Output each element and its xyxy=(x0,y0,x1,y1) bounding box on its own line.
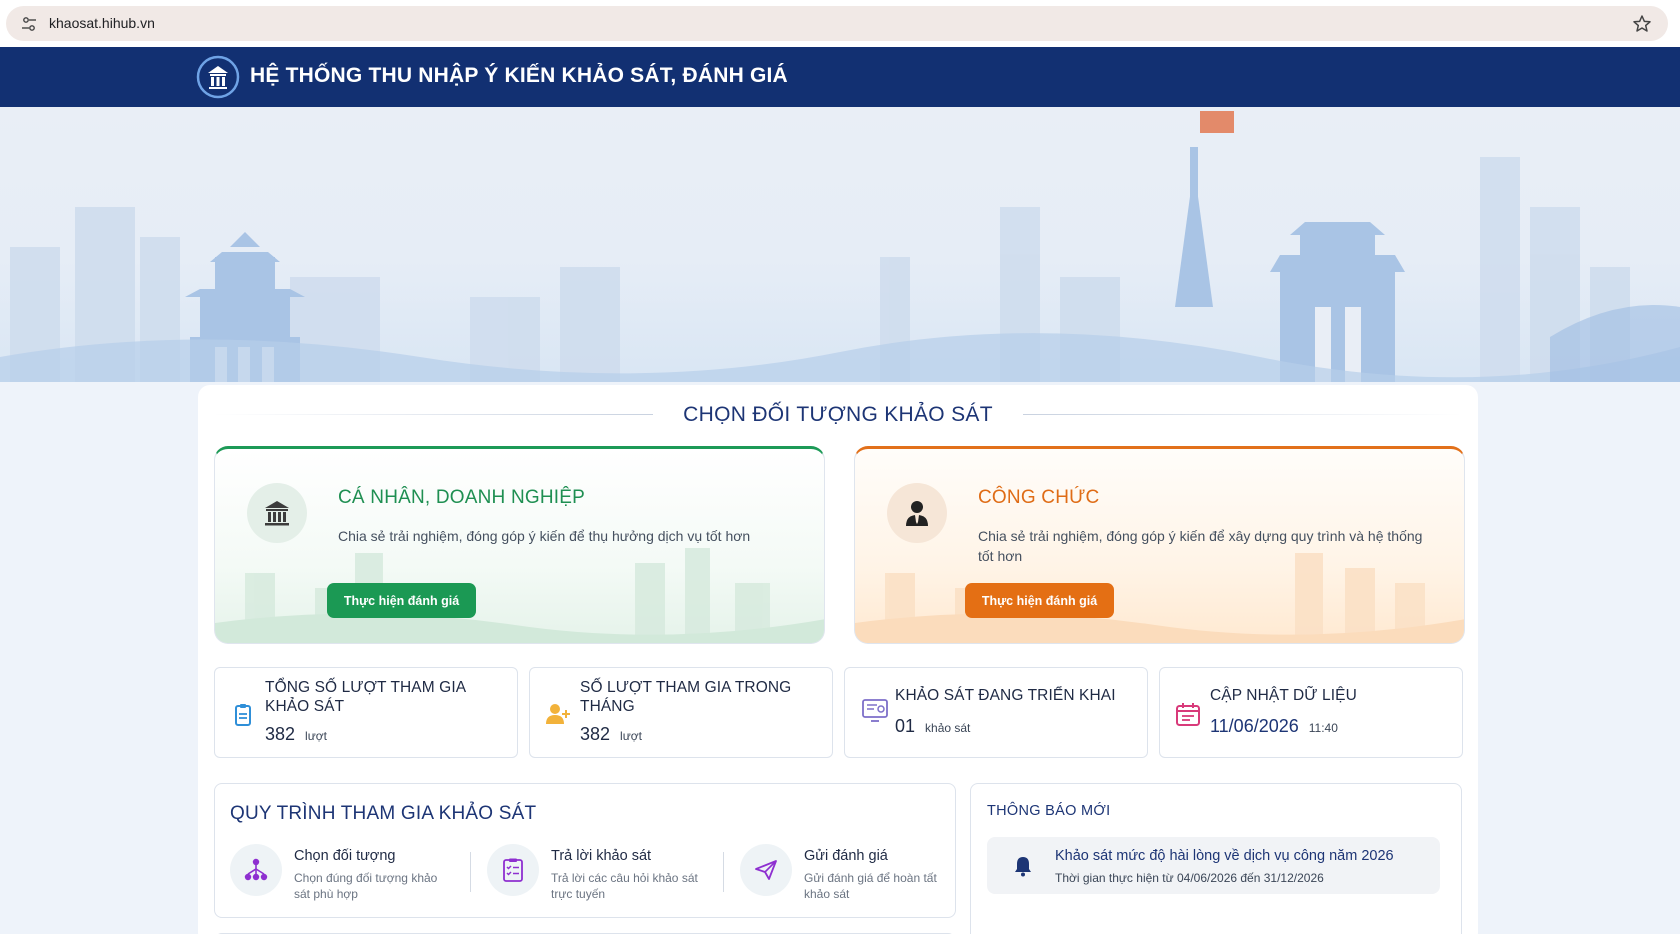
url-text[interactable]: khaosat.hihub.vn xyxy=(49,15,155,31)
step-description: Gửi đánh giá để hoàn tất khảo sát xyxy=(804,871,937,901)
bell-icon xyxy=(1015,857,1031,877)
stat-unit: lượt xyxy=(305,729,327,743)
user-tie-icon-wrap xyxy=(887,483,947,543)
step-divider xyxy=(723,852,724,892)
main-panel: CHỌN ĐỐI TƯỢNG KHẢO SÁT CÁ NHÂN, DOANH N… xyxy=(198,385,1478,934)
notice-item-title[interactable]: Khảo sát mức độ hài lòng về dịch vụ công… xyxy=(1055,848,1394,864)
card-title: CÔNG CHỨC xyxy=(978,487,1100,508)
stat-title: TỔNG SỐ LƯỢT THAM GIA KHẢO SÁT xyxy=(265,679,466,715)
stat-unit: 11:40 xyxy=(1308,721,1338,735)
stat-title: CẬP NHẬT DỮ LIỆU xyxy=(1210,687,1357,704)
site-settings-icon[interactable] xyxy=(21,16,37,32)
target-card-individual-business[interactable]: CÁ NHÂN, DOANH NGHIỆP Chia sẻ trải nghiệ… xyxy=(214,446,825,644)
send-icon xyxy=(755,860,777,880)
stat-card-active-surveys: KHẢO SÁT ĐANG TRIỂN KHAI 01 khảo sát xyxy=(844,667,1148,758)
stat-card-monthly: SỐ LƯỢT THAM GIA TRONG THÁNG 382 lượt xyxy=(529,667,833,758)
stat-card-total: TỔNG SỐ LƯỢT THAM GIA KHẢO SÁT 382 lượt xyxy=(214,667,518,758)
app-header: HỆ THỐNG THU NHẬP Ý KIẾN KHẢO SÁT, ĐÁNH … xyxy=(0,47,1680,107)
stat-number: 382 xyxy=(580,724,611,744)
stat-number: 01 xyxy=(895,716,916,736)
process-step-3: Gửi đánh giá Gửi đánh giá để hoàn tất kh… xyxy=(740,844,950,904)
step-divider xyxy=(470,852,471,892)
stat-number: 11/06/2026 xyxy=(1210,716,1299,736)
notice-item-subtitle: Thời gian thực hiện từ 04/06/2026 đến 31… xyxy=(1055,871,1324,885)
city-skyline-illustration xyxy=(0,111,1680,382)
bookmark-star-icon[interactable] xyxy=(1632,14,1652,34)
user-plus-icon xyxy=(546,704,570,724)
step-title: Trả lời khảo sát xyxy=(551,848,652,864)
app-title: HỆ THỐNG THU NHẬP Ý KIẾN KHẢO SÁT, ĐÁNH … xyxy=(250,64,788,87)
stat-unit: khảo sát xyxy=(925,721,971,735)
calendar-icon xyxy=(1176,703,1200,726)
stat-card-data-update: CẬP NHẬT DỮ LIỆU 11/06/2026 11:40 xyxy=(1159,667,1463,758)
card-title: CÁ NHÂN, DOANH NGHIỆP xyxy=(338,487,586,508)
evaluate-button-civil-servant[interactable]: Thực hiện đánh giá xyxy=(965,583,1114,618)
network-icon xyxy=(244,858,268,881)
evaluate-button-individual[interactable]: Thực hiện đánh giá xyxy=(327,583,476,618)
stat-title: KHẢO SÁT ĐANG TRIỂN KHAI xyxy=(895,687,1116,704)
checklist-icon-wrap xyxy=(487,844,539,896)
process-step-1: Chọn đối tượng Chọn đúng đối tượng khảo … xyxy=(230,844,460,904)
stat-title: SỐ LƯỢT THAM GIA TRONG THÁNG xyxy=(580,679,792,715)
stat-number: 382 xyxy=(265,724,296,744)
stat-value: 382 lượt xyxy=(265,724,327,745)
notice-title: THÔNG BÁO MỚI xyxy=(987,803,1111,819)
step-description: Chọn đúng đối tượng khảo sát phù hợp xyxy=(294,871,438,901)
step-description: Trả lời các câu hỏi khảo sát trực tuyến xyxy=(551,871,698,901)
card-description: Chia sẻ trải nghiệm, đóng góp ý kiến để … xyxy=(978,528,1423,564)
checklist-icon xyxy=(503,858,523,882)
clipboard-icon xyxy=(235,704,251,726)
notice-item[interactable]: Khảo sát mức độ hài lòng về dịch vụ công… xyxy=(987,837,1440,894)
process-card: QUY TRÌNH THAM GIA KHẢO SÁT Chọn đối tượ… xyxy=(214,783,956,918)
section-header: CHỌN ĐỐI TƯỢNG KHẢO SÁT xyxy=(213,399,1463,429)
divider-right xyxy=(1023,414,1463,415)
network-icon-wrap xyxy=(230,844,282,896)
survey-monitor-icon xyxy=(862,699,888,722)
hero-banner xyxy=(0,107,1680,382)
card-description: Chia sẻ trải nghiệm, đóng góp ý kiến để … xyxy=(338,528,751,544)
stat-unit: lượt xyxy=(620,729,642,743)
stat-value: 11/06/2026 11:40 xyxy=(1210,716,1338,737)
target-card-civil-servant[interactable]: CÔNG CHỨC Chia sẻ trải nghiệm, đóng góp … xyxy=(854,446,1465,644)
step-title: Gửi đánh giá xyxy=(804,848,888,864)
bank-icon xyxy=(265,501,289,526)
stat-value: 01 khảo sát xyxy=(895,716,970,737)
stat-value: 382 lượt xyxy=(580,724,642,745)
step-title: Chọn đối tượng xyxy=(294,848,396,864)
send-icon-wrap xyxy=(740,844,792,896)
process-title: QUY TRÌNH THAM GIA KHẢO SÁT xyxy=(230,803,537,824)
notice-card: THÔNG BÁO MỚI Khảo sát mức độ hài lòng v… xyxy=(970,783,1462,934)
user-tie-icon xyxy=(906,501,928,526)
card-city-background xyxy=(215,548,824,643)
browser-toolbar: khaosat.hihub.vn xyxy=(0,0,1680,47)
emblem-logo-icon[interactable] xyxy=(196,55,240,99)
section-title: CHỌN ĐỐI TƯỢNG KHẢO SÁT xyxy=(683,403,993,426)
process-step-2: Trả lời khảo sát Trả lời các câu hỏi khả… xyxy=(487,844,717,904)
bank-icon-wrap xyxy=(247,483,307,543)
address-bar[interactable]: khaosat.hihub.vn xyxy=(6,6,1668,41)
